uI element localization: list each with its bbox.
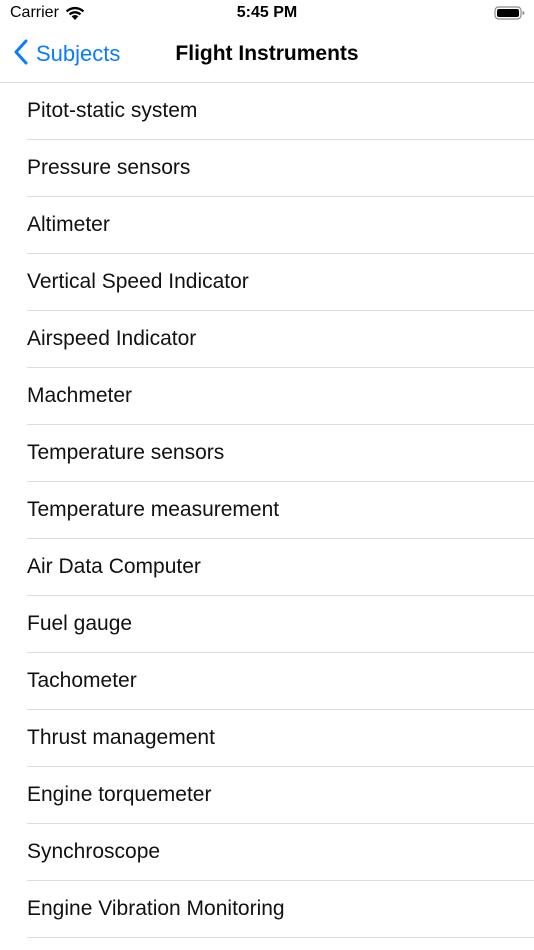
list-item[interactable]: Temperature sensors [27, 425, 534, 482]
list-item[interactable]: Altimeter [27, 197, 534, 254]
list-item[interactable]: Engine torquemeter [27, 767, 534, 824]
list-item[interactable]: Temperature measurement [27, 482, 534, 539]
list-item[interactable]: Pitot-static system [27, 83, 534, 140]
list-item[interactable]: Fuel gauge [27, 596, 534, 653]
list-item[interactable]: Synchroscope [27, 824, 534, 881]
list-item[interactable]: Air Data Computer [27, 539, 534, 596]
list-item[interactable]: Machmeter [27, 368, 534, 425]
list-item[interactable]: Pressure sensors [27, 140, 534, 197]
list-item[interactable]: Engine Vibration Monitoring [27, 881, 534, 938]
list-item[interactable]: Airspeed Indicator [27, 311, 534, 368]
page-title: Flight Instruments [175, 42, 359, 65]
list-item[interactable]: Thrust management [27, 710, 534, 767]
list-item[interactable]: Tachometer [27, 653, 534, 710]
battery-icon [494, 5, 526, 26]
status-bar: Carrier 5:45 PM [0, 0, 534, 28]
navigation-bar: Subjects Flight Instruments [0, 28, 534, 82]
status-time: 5:45 PM [236, 4, 298, 21]
subject-list: Pitot-static system Pressure sensors Alt… [0, 82, 534, 938]
list-item[interactable]: Vertical Speed Indicator [27, 254, 534, 311]
